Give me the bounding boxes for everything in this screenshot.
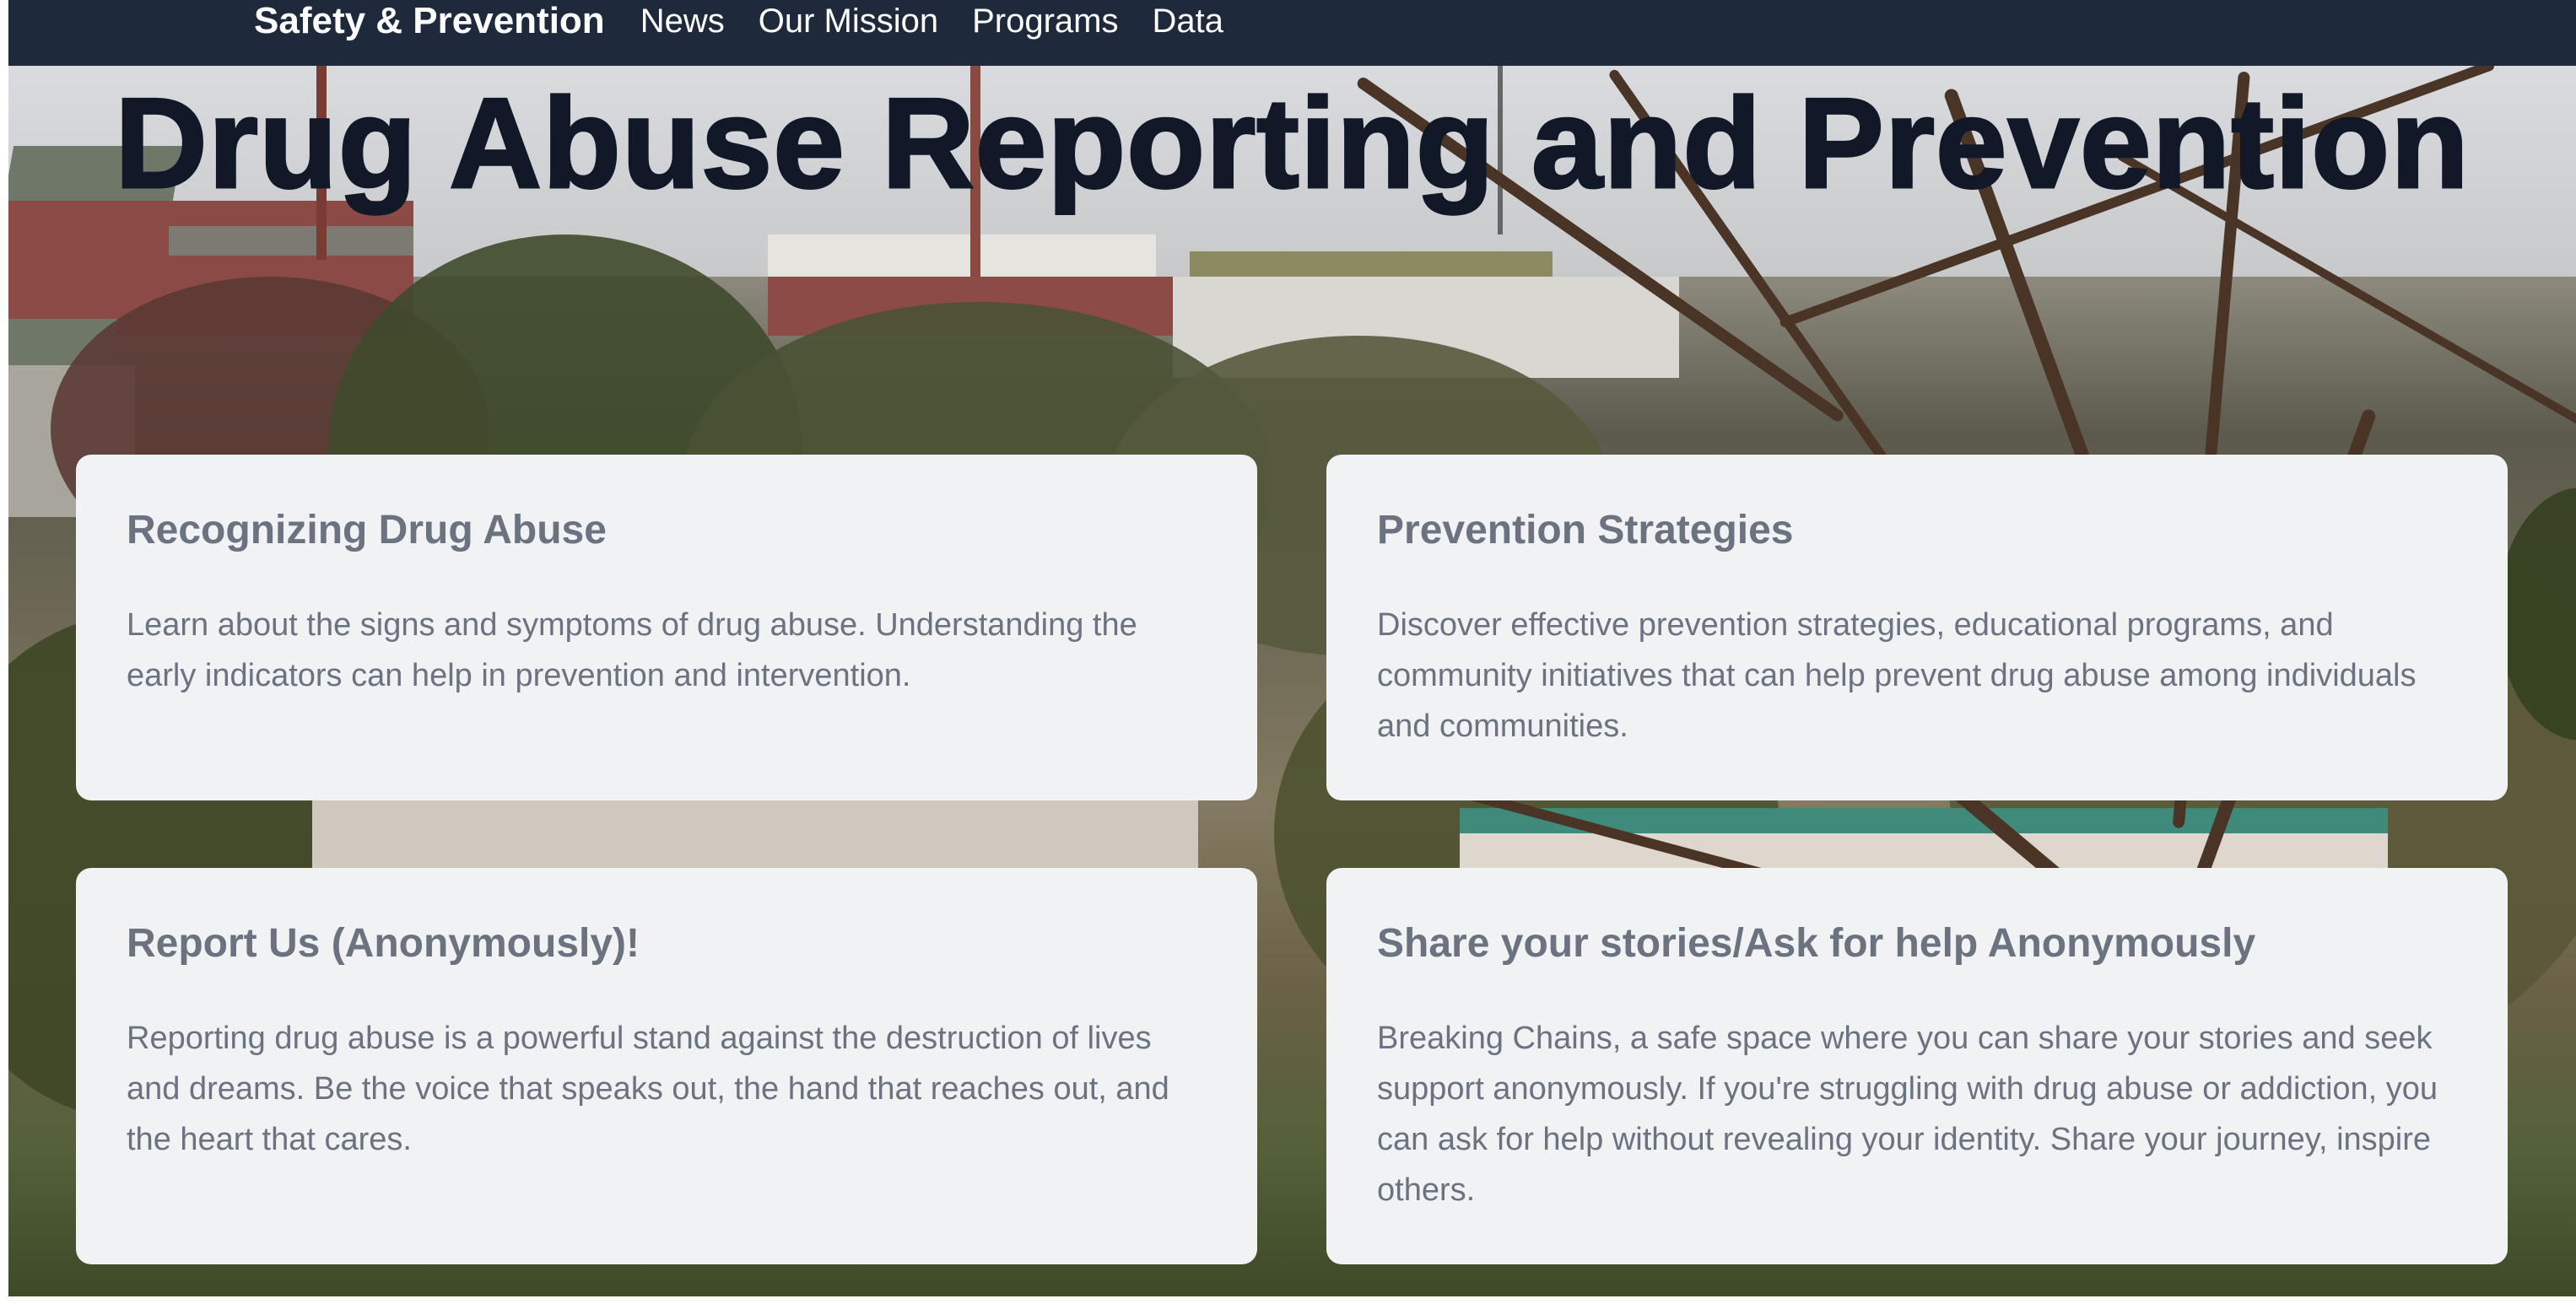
card-text: Breaking Chains, a safe space where you … [1377, 1021, 2438, 1208]
nav-link-news[interactable]: News [640, 4, 725, 38]
card-share-stories[interactable]: Share your stories/Ask for help Anonymou… [1326, 868, 2508, 1264]
nav-link-our-mission[interactable]: Our Mission [759, 4, 938, 38]
card-heading: Report Us (Anonymously)! [127, 921, 640, 966]
card-recognizing-drug-abuse[interactable]: Recognizing Drug Abuse Learn about the s… [76, 455, 1257, 800]
card-text: Learn about the signs and symptoms of dr… [127, 607, 1137, 693]
page-title: Drug Abuse Reporting and Prevention [114, 72, 2471, 215]
card-heading: Recognizing Drug Abuse [127, 508, 607, 552]
brand-link[interactable]: Safety & Prevention [254, 3, 605, 40]
nav-link-programs[interactable]: Programs [972, 4, 1118, 38]
card-text: Reporting drug abuse is a powerful stand… [127, 1021, 1169, 1157]
page-frame: Safety & Prevention News Our Mission Pro… [8, 0, 2576, 1296]
nav-link-data[interactable]: Data [1153, 4, 1224, 38]
top-navbar: Safety & Prevention News Our Mission Pro… [8, 0, 2576, 66]
card-report-us[interactable]: Report Us (Anonymously)! Reporting drug … [76, 868, 1257, 1264]
card-heading: Share your stories/Ask for help Anonymou… [1377, 921, 2256, 966]
card-prevention-strategies[interactable]: Prevention Strategies Discover effective… [1326, 455, 2508, 800]
card-heading: Prevention Strategies [1377, 508, 1794, 552]
card-text: Discover effective prevention strategies… [1377, 607, 2417, 744]
